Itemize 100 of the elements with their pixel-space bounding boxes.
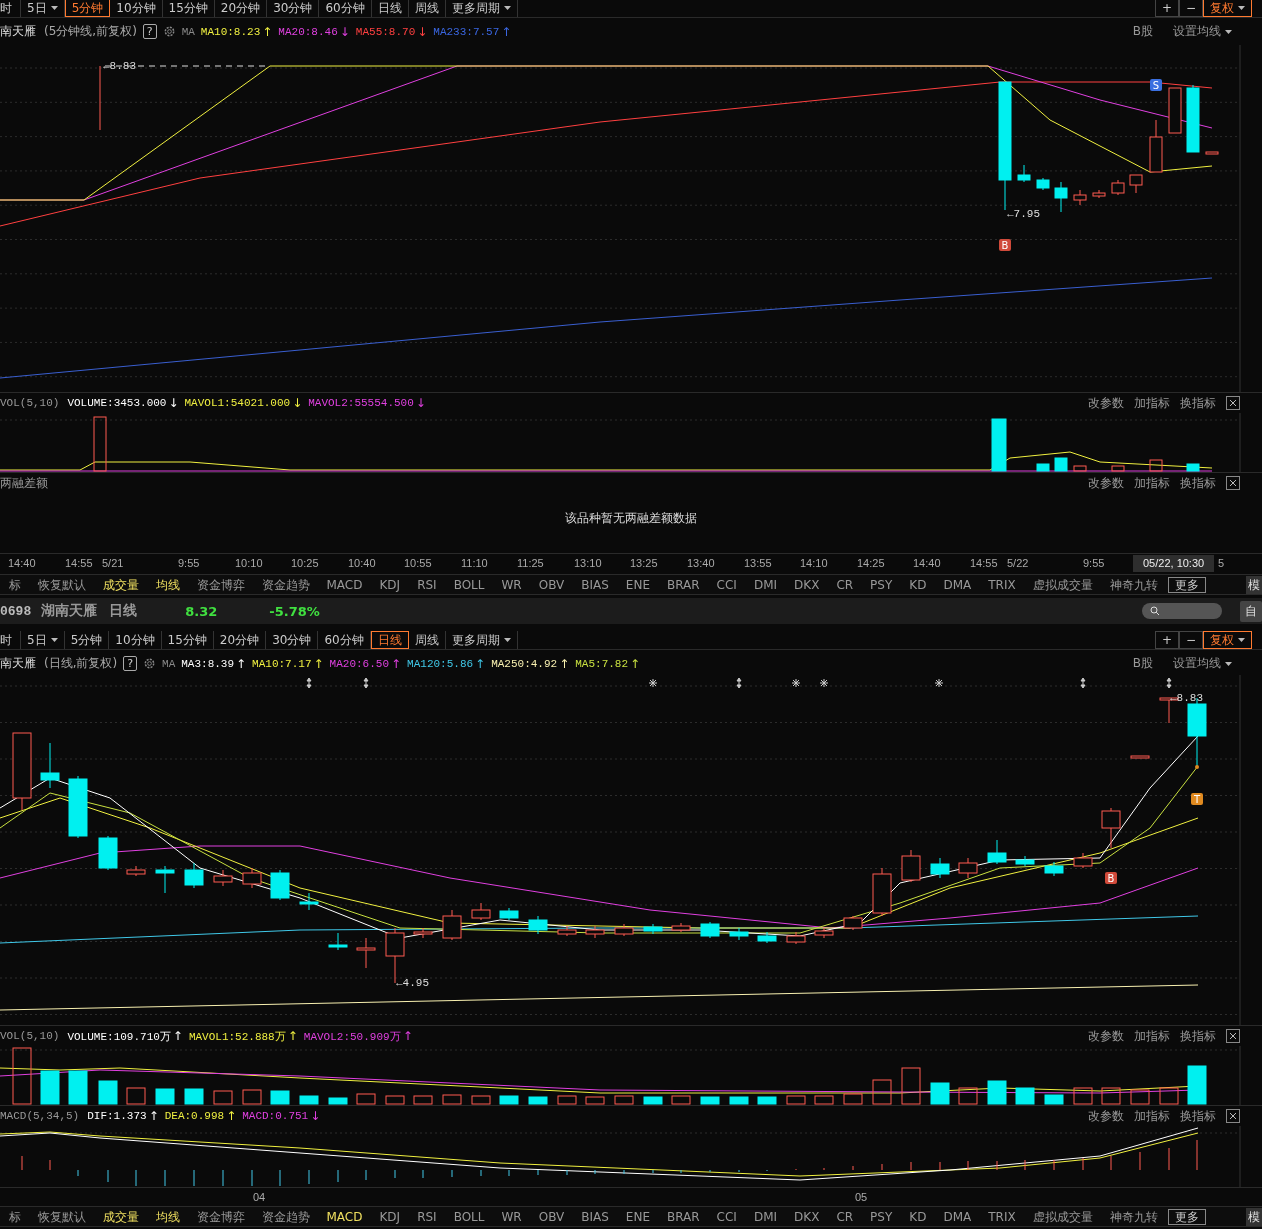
indicator-action-link[interactable]: 加指标 (1134, 394, 1170, 412)
indicator-action-link[interactable]: 加指标 (1134, 1027, 1170, 1045)
indicator-tab[interactable]: RSI (408, 575, 446, 594)
period-tab[interactable]: 5日 (21, 631, 65, 649)
period-tab[interactable]: 30分钟 (267, 0, 320, 17)
indicator-tab[interactable]: TRIX (979, 1207, 1025, 1226)
indicator-tab[interactable]: KDJ (371, 1207, 409, 1226)
chart-control-button[interactable]: − (1178, 0, 1203, 17)
indicator-tab[interactable]: DMI (745, 575, 786, 594)
chart-control-button[interactable]: 复权 (1203, 631, 1252, 649)
indicator-tab[interactable]: MACD (318, 575, 371, 594)
indicator-tab[interactable]: DMA (934, 1207, 980, 1226)
indicator-tab[interactable]: WR (493, 1207, 531, 1226)
settings-icon[interactable] (162, 25, 176, 38)
period-tab[interactable]: 15分钟 (162, 0, 215, 17)
indicator-action-link[interactable]: 加指标 (1134, 1107, 1170, 1125)
indicator-tab[interactable]: OBV (530, 575, 573, 594)
indicator-action-link[interactable]: 加指标 (1134, 474, 1170, 492)
close-icon[interactable] (1226, 1109, 1240, 1123)
indicator-tab[interactable]: 均线 (147, 575, 188, 594)
indicator-tab[interactable]: 成交量 (94, 575, 147, 594)
period-tab[interactable]: 周线 (408, 631, 446, 649)
indicator-tab[interactable]: 恢复默认 (29, 575, 94, 594)
indicator-tab[interactable]: 更多 (1168, 1208, 1207, 1225)
close-icon[interactable] (1226, 396, 1240, 410)
period-tab[interactable]: 10分钟 (110, 0, 163, 17)
period-tab[interactable]: 60分钟 (318, 631, 371, 649)
period-tab[interactable]: 20分钟 (214, 0, 268, 17)
period-tab[interactable]: 时 (0, 0, 21, 17)
indicator-action-link[interactable]: 换指标 (1180, 474, 1216, 492)
indicator-tab[interactable]: 虚拟成交量 (1024, 1207, 1102, 1226)
period-tab[interactable]: 60分钟 (319, 0, 372, 17)
indicator-tab[interactable]: CCI (708, 575, 746, 594)
indicator-tab[interactable]: 标 (0, 575, 29, 594)
indicator-action-link[interactable]: 改参数 (1088, 1027, 1124, 1045)
indicator-tab[interactable]: OBV (530, 1207, 573, 1226)
indicator-tab[interactable]: RSI (408, 1207, 446, 1226)
chart-control-button[interactable]: + (1154, 631, 1179, 649)
indicator-tab[interactable]: 神奇九转 (1101, 1207, 1167, 1226)
indicator-tab[interactable]: BOLL (445, 1207, 493, 1226)
indicator-tab[interactable]: ENE (617, 575, 659, 594)
indicator-tab[interactable]: WR (493, 575, 531, 594)
search-field[interactable] (1142, 603, 1222, 619)
indicator-tab[interactable]: KDJ (371, 575, 409, 594)
indicator-tab[interactable]: BOLL (445, 575, 493, 594)
chart-control-button[interactable]: 复权 (1203, 0, 1252, 17)
indicator-tab[interactable]: DKX (785, 1207, 828, 1226)
indicator-tab[interactable]: 更多 (1168, 576, 1207, 593)
indicator-tab[interactable]: MACD (318, 1207, 371, 1226)
indicator-action-link[interactable]: 改参数 (1088, 474, 1124, 492)
indicator-tab[interactable]: BRAR (658, 575, 709, 594)
period-tab[interactable]: 5日 (21, 0, 65, 17)
indicator-tab[interactable]: BRAR (658, 1207, 709, 1226)
indicator-action-link[interactable]: 换指标 (1180, 1027, 1216, 1045)
indicator-tab[interactable]: 成交量 (94, 1207, 147, 1226)
period-tab[interactable]: 日线 (370, 631, 409, 649)
indicator-tab[interactable]: 神奇九转 (1101, 575, 1167, 594)
indicator-tab[interactable]: DMI (745, 1207, 786, 1226)
period-tab[interactable]: 5分钟 (64, 631, 110, 649)
close-icon[interactable] (1226, 1029, 1240, 1043)
indicator-tab[interactable]: DMA (934, 575, 980, 594)
indicator-tab[interactable]: 资金博弈 (188, 1207, 253, 1226)
chart-control-button[interactable]: − (1178, 631, 1203, 649)
indicator-tab[interactable]: 恢复默认 (29, 1207, 94, 1226)
indicator-tab[interactable]: 资金趋势 (253, 575, 318, 594)
period-tab[interactable]: 周线 (408, 0, 446, 17)
indicator-tab[interactable]: PSY (861, 1207, 901, 1226)
help-button[interactable]: ? (142, 24, 157, 39)
period-tab[interactable]: 日线 (371, 0, 409, 17)
period-tab[interactable]: 更多周期 (445, 0, 518, 17)
period-tab[interactable]: 10分钟 (109, 631, 162, 649)
indicator-tab[interactable]: KD (900, 1207, 935, 1226)
indicator-tab[interactable]: 虚拟成交量 (1024, 575, 1102, 594)
period-tab[interactable]: 20分钟 (213, 631, 267, 649)
indicator-tab[interactable]: 资金博弈 (188, 575, 253, 594)
help-button[interactable]: ? (123, 656, 138, 671)
indicator-tab[interactable]: ENE (617, 1207, 659, 1226)
period-tab[interactable]: 时 (0, 631, 21, 649)
indicator-tab[interactable]: CR (827, 1207, 862, 1226)
indicator-tab[interactable]: BIAS (572, 1207, 618, 1226)
indicator-tab[interactable]: DKX (785, 575, 828, 594)
period-tab[interactable]: 30分钟 (266, 631, 319, 649)
indicator-action-link[interactable]: 换指标 (1180, 394, 1216, 412)
indicator-tab[interactable]: 均线 (147, 1207, 188, 1226)
indicator-tab[interactable]: PSY (861, 575, 901, 594)
indicator-tab[interactable]: BIAS (572, 575, 618, 594)
chart-control-button[interactable]: + (1154, 0, 1179, 17)
indicator-tab[interactable]: TRIX (979, 575, 1025, 594)
period-tab[interactable]: 15分钟 (161, 631, 214, 649)
period-tab[interactable]: 5分钟 (64, 0, 111, 17)
indicator-action-link[interactable]: 换指标 (1180, 1107, 1216, 1125)
indicator-action-link[interactable]: 改参数 (1088, 394, 1124, 412)
indicator-tab[interactable]: CR (827, 575, 862, 594)
indicator-tab[interactable]: CCI (708, 1207, 746, 1226)
indicator-action-link[interactable]: 改参数 (1088, 1107, 1124, 1125)
indicator-tab[interactable]: KD (900, 575, 935, 594)
period-tab[interactable]: 更多周期 (445, 631, 518, 649)
custom-button[interactable]: 自 (1240, 600, 1262, 622)
indicator-tab[interactable]: 资金趋势 (253, 1207, 318, 1226)
close-icon[interactable] (1226, 476, 1240, 490)
